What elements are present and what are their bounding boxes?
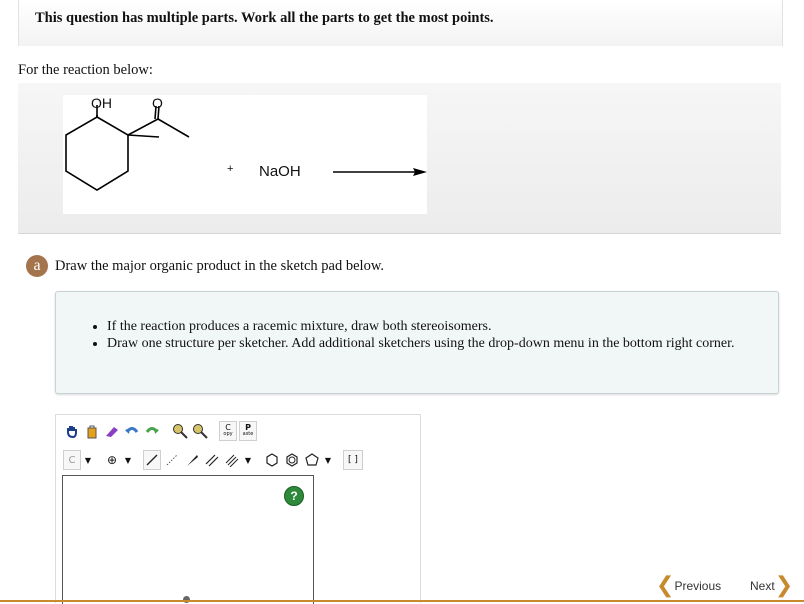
multipart-banner: This question has multiple parts. Work a… bbox=[18, 0, 783, 46]
help-icon[interactable]: ? bbox=[284, 486, 304, 506]
arrow-head-icon bbox=[413, 168, 427, 176]
chevron-down-icon[interactable]: ▼ bbox=[323, 450, 333, 470]
ring-carbonyl-bond bbox=[127, 134, 160, 138]
cyclohexane-ring bbox=[65, 116, 129, 191]
sketcher-toolbar-bottom: C ▼ ⊕ ▼ ▼ ▼ [ ] bbox=[63, 450, 365, 470]
redo-icon[interactable] bbox=[143, 421, 161, 441]
pentagon-ring-icon[interactable] bbox=[303, 450, 321, 470]
multipart-notice: This question has multiple parts. Work a… bbox=[35, 10, 494, 26]
single-bond-icon[interactable] bbox=[143, 450, 161, 470]
part-instruction: Draw the major organic product in the sk… bbox=[55, 258, 384, 274]
chevron-down-icon[interactable]: ▼ bbox=[83, 450, 93, 470]
copy-label-top: C bbox=[225, 423, 231, 432]
reactant-structure bbox=[65, 105, 427, 191]
next-label: Next bbox=[750, 579, 775, 593]
part-badge: a bbox=[26, 255, 48, 277]
chevron-down-icon[interactable]: ▼ bbox=[123, 450, 133, 470]
hint-box: If the reaction produces a racemic mixtu… bbox=[55, 291, 779, 394]
sketch-pad: C opy P aste C ▼ ⊕ ▼ ▼ ▼ [] bbox=[55, 414, 421, 604]
drawing-canvas[interactable] bbox=[62, 475, 314, 604]
paste-label-bottom: aste bbox=[242, 431, 254, 437]
chevron-down-icon[interactable]: ▼ bbox=[243, 450, 253, 470]
hand-icon[interactable] bbox=[63, 421, 81, 441]
hint-item: Draw one structure per sketcher. Add add… bbox=[107, 335, 747, 352]
question-intro: For the reaction below: bbox=[18, 62, 153, 78]
next-button[interactable]: Next ❯ bbox=[750, 573, 794, 598]
chevron-right-icon: ❯ bbox=[774, 573, 794, 598]
lasso-icon[interactable] bbox=[83, 421, 101, 441]
plus-sign: + bbox=[227, 163, 234, 175]
paste-label-top: P bbox=[245, 423, 251, 432]
carbonyl-oxygen-label: O bbox=[152, 95, 163, 111]
hint-item: If the reaction produces a racemic mixtu… bbox=[107, 318, 747, 335]
eraser-icon[interactable] bbox=[103, 421, 121, 441]
hint-list: If the reaction produces a racemic mixtu… bbox=[56, 318, 747, 352]
element-c-button[interactable]: C bbox=[63, 450, 81, 470]
zoom-out-icon[interactable] bbox=[191, 421, 209, 441]
hydroxyl-label: OH bbox=[91, 95, 112, 111]
paste-button[interactable]: P aste bbox=[239, 421, 257, 441]
double-bond-icon[interactable] bbox=[203, 450, 221, 470]
bracket-button[interactable]: [ ] bbox=[343, 450, 363, 470]
reagent-label: NaOH bbox=[259, 163, 301, 180]
triple-bond-icon[interactable] bbox=[223, 450, 241, 470]
chevron-left-icon: ❮ bbox=[656, 573, 675, 598]
charge-plus-icon[interactable]: ⊕ bbox=[103, 450, 121, 470]
hexagon-ring-icon[interactable] bbox=[263, 450, 281, 470]
previous-button[interactable]: ❮ Previous bbox=[656, 573, 722, 598]
benzene-ring-icon[interactable] bbox=[283, 450, 301, 470]
methyl-bond bbox=[157, 118, 190, 138]
sketcher-toolbar-top: C opy P aste bbox=[63, 421, 259, 441]
previous-label: Previous bbox=[674, 579, 722, 593]
wedge-bond-icon[interactable] bbox=[183, 450, 201, 470]
zoom-in-icon[interactable] bbox=[171, 421, 189, 441]
undo-icon[interactable] bbox=[123, 421, 141, 441]
reaction-panel: OH O + NaOH bbox=[18, 83, 781, 234]
copy-button[interactable]: C opy bbox=[219, 421, 237, 441]
hash-bond-icon[interactable] bbox=[163, 450, 181, 470]
copy-label-bottom: opy bbox=[223, 431, 233, 437]
reaction-image: OH O + NaOH bbox=[63, 95, 427, 214]
